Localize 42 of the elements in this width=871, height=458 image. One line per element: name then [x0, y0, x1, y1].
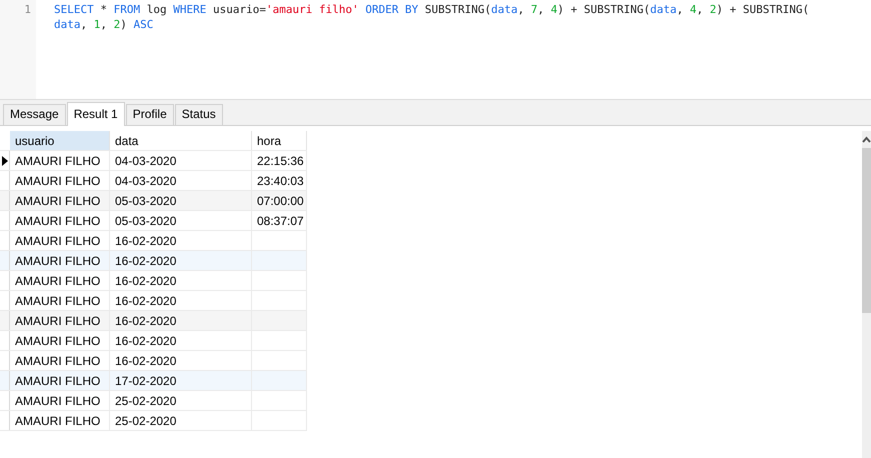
tab[interactable]: Status	[174, 104, 223, 125]
code-line: SELECT * FROM log WHERE usuario='amauri filho' ORDER BY SUBSTRING(data, 7, 4) + SUBSTRING(data, 4, 2) + SUBSTRING(	[54, 2, 810, 17]
table-cell: AMAURI FILHO	[15, 154, 100, 168]
scroll-thumb[interactable]	[862, 148, 871, 313]
table-cell: 16-02-2020	[115, 234, 176, 248]
table-cell: AMAURI FILHO	[15, 234, 100, 248]
table-cell: AMAURI FILHO	[15, 334, 100, 348]
line-number: 1	[23, 2, 32, 17]
table-cell: AMAURI FILHO	[15, 274, 100, 288]
table-cell: 16-02-2020	[115, 294, 176, 308]
table-cell: AMAURI FILHO	[15, 374, 100, 388]
table-cell: 16-02-2020	[115, 334, 176, 348]
column-header[interactable]: usuario	[10, 131, 110, 150]
table-cell: AMAURI FILHO	[15, 394, 100, 408]
table-cell: 16-02-2020	[115, 274, 176, 288]
table-cell: 25-02-2020	[115, 394, 176, 408]
table-cell: 16-02-2020	[115, 354, 176, 368]
code-line: data, 1, 2) ASC	[54, 17, 154, 32]
table-cell: 22:15:36	[257, 154, 304, 168]
tab[interactable]: Profile	[126, 104, 174, 125]
table-cell: AMAURI FILHO	[15, 174, 100, 188]
table-cell: AMAURI FILHO	[15, 294, 100, 308]
table-cell: 05-03-2020	[115, 214, 176, 228]
table-cell: AMAURI FILHO	[15, 314, 100, 328]
table-cell: 04-03-2020	[115, 154, 176, 168]
table-cell: 04-03-2020	[115, 174, 176, 188]
tab[interactable]: Result 1	[66, 102, 125, 126]
scrollbar[interactable]	[862, 131, 871, 458]
table-cell: 07:00:00	[257, 194, 304, 208]
table-cell: 08:37:07	[257, 214, 304, 228]
tab[interactable]: Message	[3, 104, 66, 125]
table-cell: 05-03-2020	[115, 194, 176, 208]
table-cell: AMAURI FILHO	[15, 214, 100, 228]
table-cell: 17-02-2020	[115, 374, 176, 388]
table-cell: 16-02-2020	[115, 254, 176, 268]
table-cell: AMAURI FILHO	[15, 414, 100, 428]
table-cell: 23:40:03	[257, 174, 304, 188]
table-cell: AMAURI FILHO	[15, 254, 100, 268]
table-cell: 16-02-2020	[115, 314, 176, 328]
table-cell: 25-02-2020	[115, 414, 176, 428]
table-cell: AMAURI FILHO	[15, 354, 100, 368]
table-cell: AMAURI FILHO	[15, 194, 100, 208]
